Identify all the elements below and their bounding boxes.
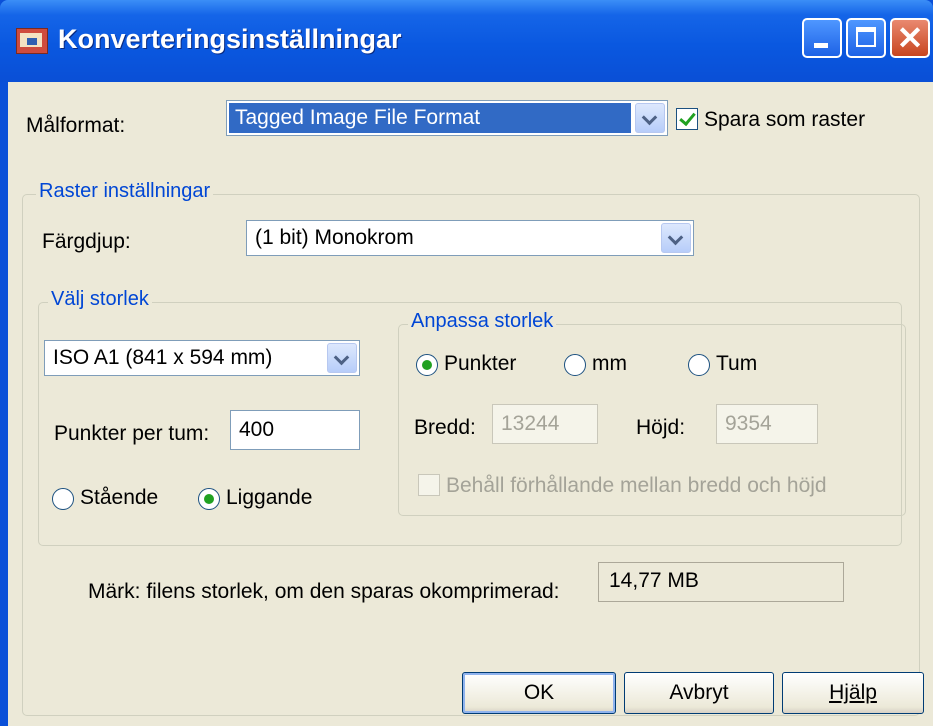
- target-format-value: Tagged Image File Format: [235, 106, 481, 129]
- radio-selected-dot: [204, 494, 214, 504]
- orientation-portrait-radio[interactable]: [52, 488, 74, 510]
- target-format-label: Målformat:: [26, 114, 126, 137]
- width-input[interactable]: 13244: [492, 404, 598, 444]
- help-button-label: Hjälp: [829, 681, 877, 704]
- save-as-raster-checkbox[interactable]: [676, 108, 698, 130]
- chevron-down-icon[interactable]: [327, 343, 357, 373]
- color-depth-value: (1 bit) Monokrom: [255, 226, 414, 249]
- chevron-down-icon[interactable]: [661, 223, 691, 253]
- file-size-note-label: Märk: filens storlek, om den sparas okom…: [88, 580, 560, 603]
- window-title: Konverteringsinställningar: [58, 24, 402, 54]
- app-icon: [16, 28, 48, 54]
- keep-ratio-checkbox[interactable]: [418, 474, 440, 496]
- file-size-value-box: 14,77 MB: [598, 562, 844, 602]
- paper-size-value: ISO A1 (841 x 594 mm): [53, 346, 273, 369]
- cancel-button[interactable]: Avbryt: [624, 672, 774, 714]
- unit-inch-radio[interactable]: [688, 354, 710, 376]
- maximize-button[interactable]: [846, 18, 886, 58]
- minimize-icon: [814, 43, 828, 48]
- ok-button[interactable]: OK: [462, 672, 616, 714]
- file-size-value: 14,77 MB: [609, 569, 699, 592]
- help-button[interactable]: Hjälp: [782, 672, 924, 714]
- close-button[interactable]: ✕: [890, 18, 930, 58]
- dialog-body: Målformat: Tagged Image File Format Spar…: [8, 82, 933, 726]
- radio-selected-dot: [422, 360, 432, 370]
- chevron-down-icon[interactable]: [635, 103, 665, 133]
- height-input[interactable]: 9354: [716, 404, 818, 444]
- target-format-select[interactable]: Tagged Image File Format: [226, 100, 668, 136]
- unit-mm-label: mm: [592, 352, 627, 375]
- height-value: 9354: [725, 412, 772, 435]
- color-depth-label: Färgdjup:: [42, 230, 131, 253]
- keep-ratio-label: Behåll förhållande mellan bredd och höjd: [446, 474, 827, 497]
- raster-settings-title: Raster inställningar: [36, 180, 214, 203]
- minimize-button[interactable]: [802, 18, 842, 58]
- width-value: 13244: [501, 412, 560, 435]
- dpi-label: Punkter per tum:: [54, 422, 210, 445]
- orientation-portrait-label: Stående: [80, 486, 159, 509]
- dpi-input[interactable]: 400: [230, 410, 360, 450]
- dialog-window: Konverteringsinställningar ✕ Målformat: …: [0, 0, 933, 726]
- maximize-icon: [856, 27, 876, 47]
- unit-points-radio[interactable]: [416, 354, 438, 376]
- height-label: Höjd:: [636, 416, 686, 439]
- orientation-landscape-label: Liggande: [226, 486, 313, 509]
- custom-size-title: Anpassa storlek: [408, 310, 557, 333]
- color-depth-select[interactable]: (1 bit) Monokrom: [246, 220, 694, 256]
- checkmark-icon: [679, 108, 696, 127]
- unit-inch-label: Tum: [716, 352, 758, 375]
- paper-size-select[interactable]: ISO A1 (841 x 594 mm): [44, 340, 360, 376]
- dpi-value: 400: [239, 418, 275, 441]
- choose-size-title: Välj storlek: [48, 288, 152, 311]
- unit-mm-radio[interactable]: [564, 354, 586, 376]
- title-bar[interactable]: Konverteringsinställningar ✕: [0, 0, 933, 82]
- width-label: Bredd:: [414, 416, 476, 439]
- orientation-landscape-radio[interactable]: [198, 488, 220, 510]
- close-icon: ✕: [896, 20, 924, 56]
- unit-points-label: Punkter: [444, 352, 517, 375]
- save-as-raster-label: Spara som raster: [704, 108, 866, 131]
